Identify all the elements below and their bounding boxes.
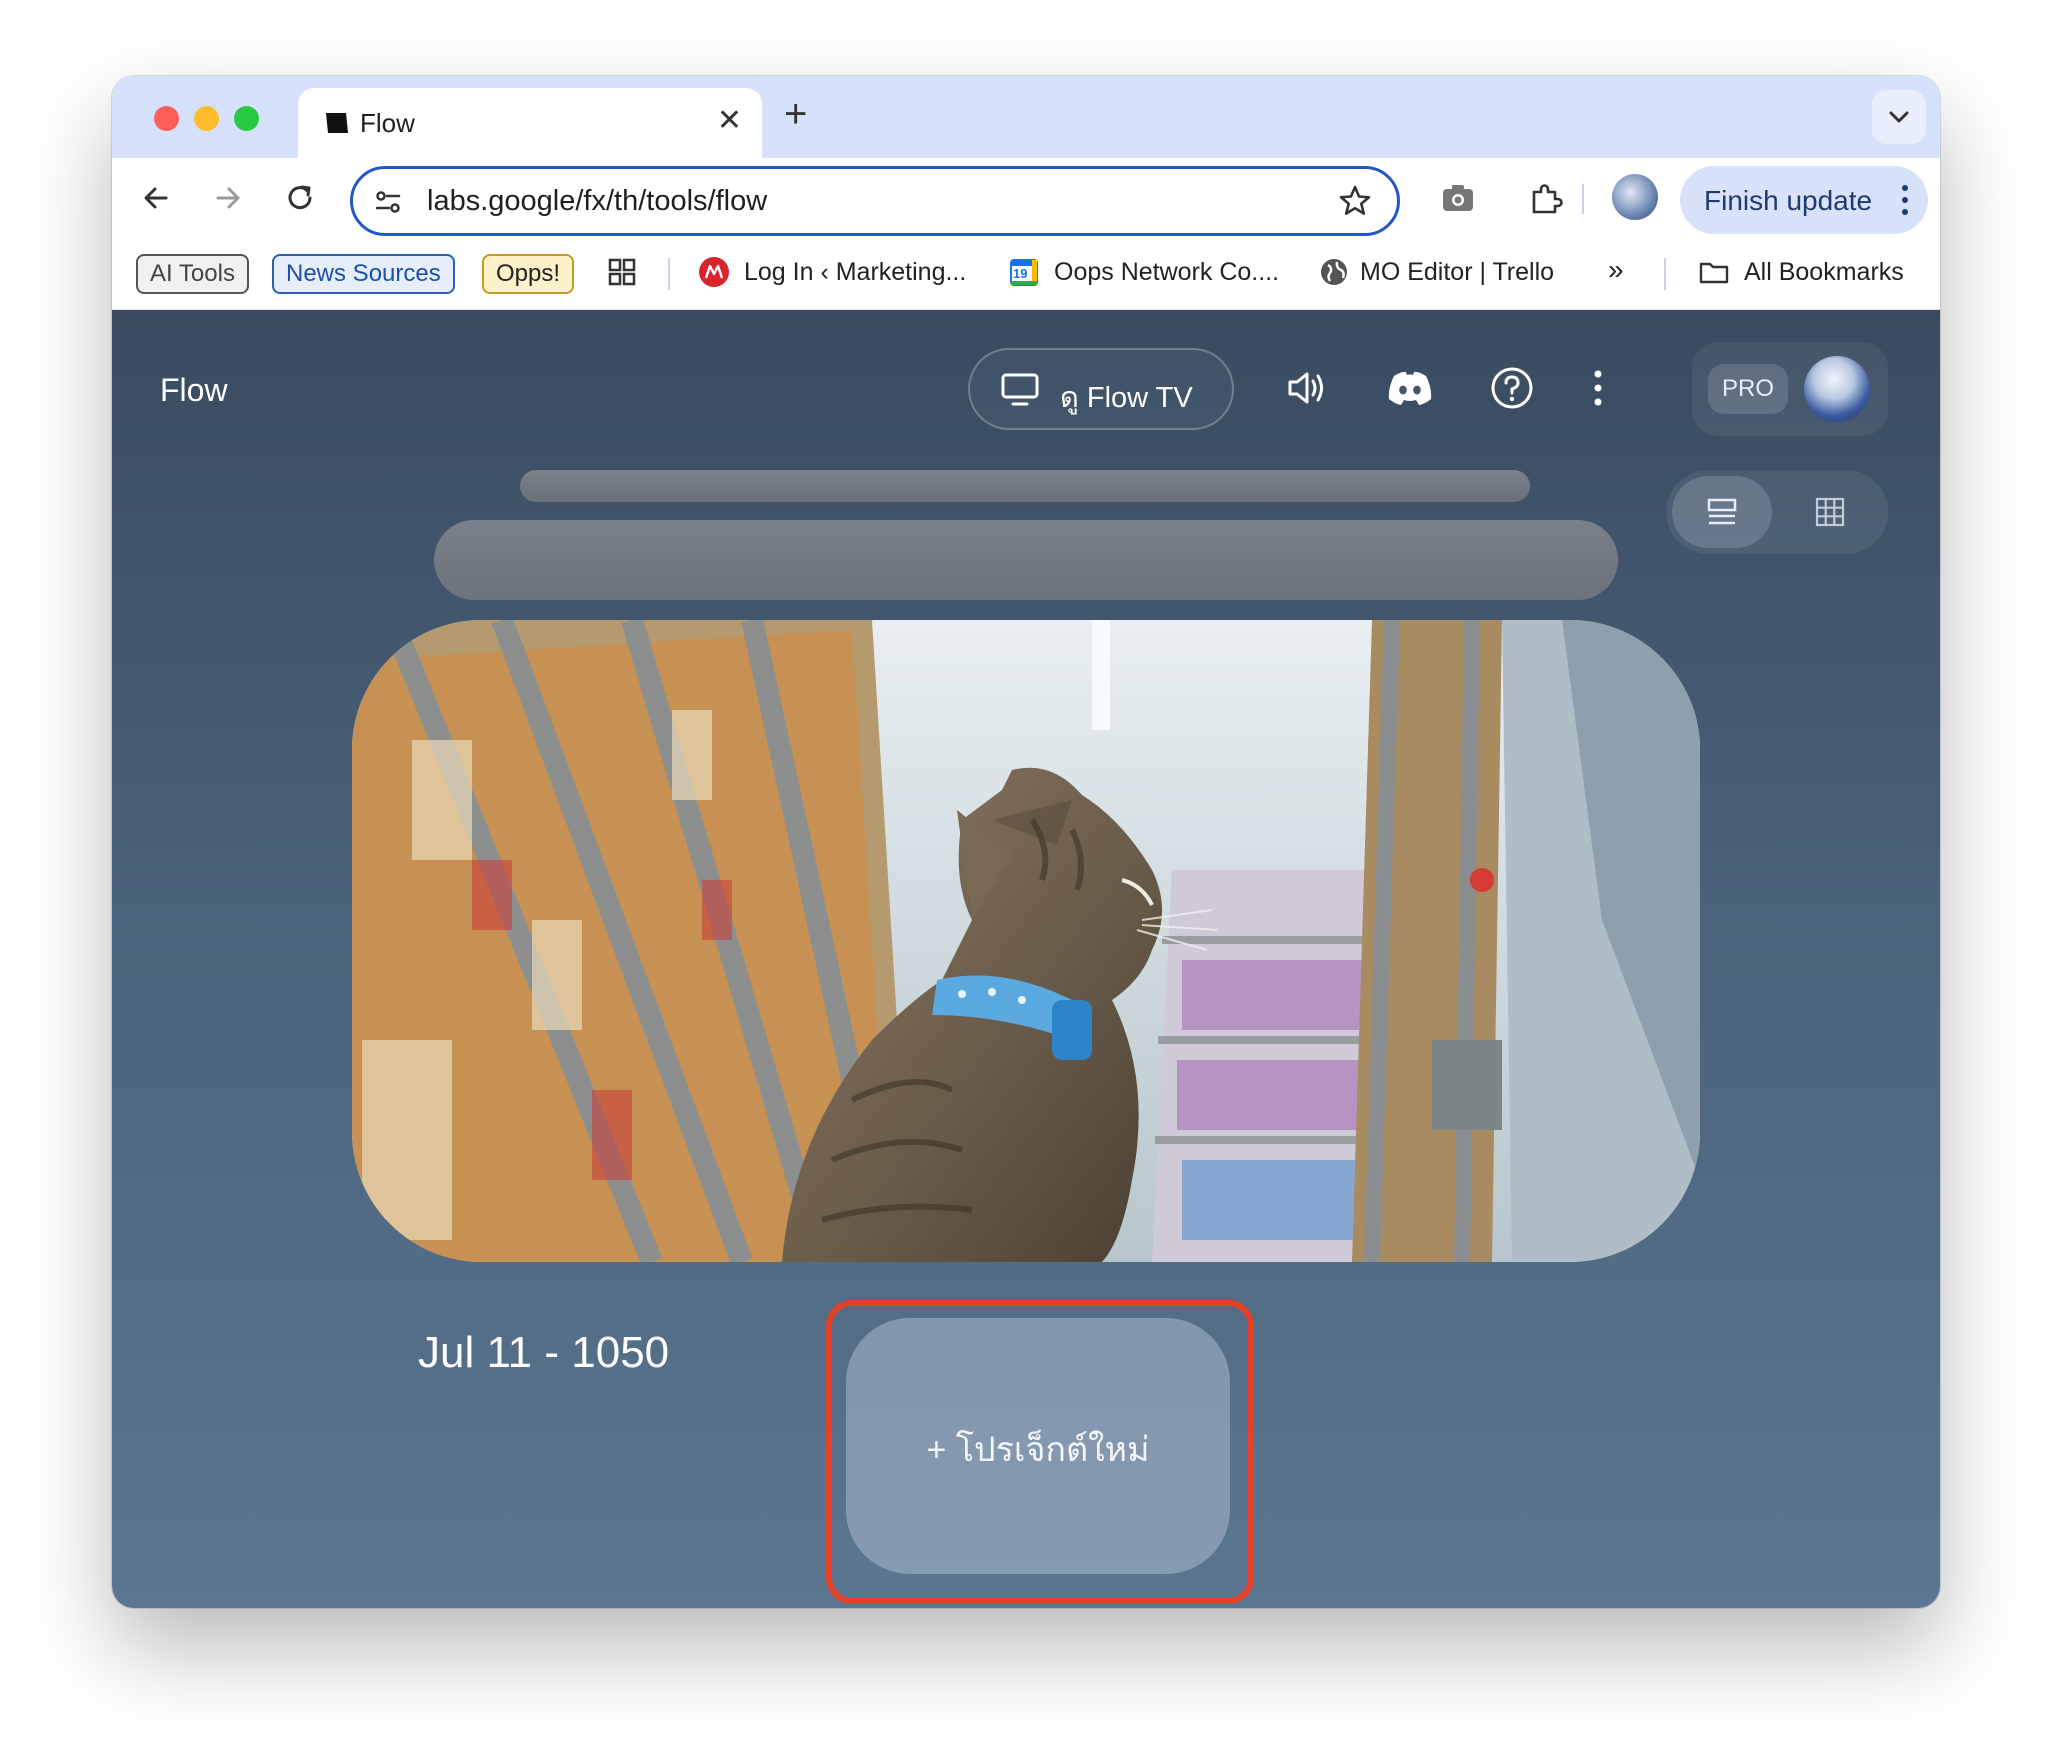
- bookmark-ai-tools[interactable]: AI Tools: [136, 254, 249, 294]
- grid-view-icon: [1815, 497, 1845, 527]
- minimize-window-button[interactable]: [194, 106, 219, 131]
- list-view-icon: [1707, 498, 1737, 525]
- finish-update-label: Finish update: [1704, 185, 1873, 216]
- project-title[interactable]: Jul 11 - 1050: [418, 1328, 669, 1378]
- view-toggle: [1666, 470, 1888, 554]
- close-window-button[interactable]: [154, 106, 179, 131]
- browser-window: Flow ✕ + labs.google/fx/th/tools/flow Fi…: [112, 76, 1940, 1608]
- all-bookmarks-button[interactable]: All Bookmarks: [1744, 258, 1904, 287]
- site-settings-icon[interactable]: [373, 187, 403, 217]
- camera-icon[interactable]: [1438, 178, 1478, 218]
- apps-grid-icon[interactable]: [606, 256, 638, 288]
- calendar-day: 19: [1013, 266, 1028, 281]
- app-title: Flow: [160, 372, 228, 408]
- bookmarks-divider: [668, 258, 670, 290]
- tab-title: Flow: [360, 108, 415, 138]
- toolbar-divider: [1582, 184, 1584, 214]
- forward-icon[interactable]: [208, 178, 248, 218]
- volume-icon[interactable]: [1282, 364, 1330, 412]
- loading-placeholder-bar: [520, 470, 1530, 502]
- tab-flow[interactable]: Flow ✕: [298, 88, 762, 158]
- bookmark-oops-network[interactable]: Oops Network Co....: [1054, 258, 1279, 287]
- flow-tv-label: ดู Flow TV: [1060, 382, 1193, 414]
- bookmark-mo-editor-trello[interactable]: MO Editor | Trello: [1360, 258, 1554, 287]
- project-thumbnail[interactable]: [352, 620, 1700, 1262]
- tab-search-button[interactable]: [1872, 90, 1926, 144]
- tab-close-icon[interactable]: ✕: [717, 106, 742, 136]
- address-url: labs.google/fx/th/tools/flow: [427, 185, 768, 217]
- profile-avatar[interactable]: [1612, 174, 1658, 220]
- discord-icon[interactable]: [1384, 364, 1436, 412]
- pro-badge: PRO: [1708, 364, 1788, 414]
- more-vertical-icon[interactable]: [1588, 364, 1608, 412]
- account-group: PRO: [1692, 342, 1888, 436]
- cat-in-store-aisle-image: [352, 620, 1700, 1262]
- extensions-icon[interactable]: [1526, 178, 1566, 218]
- loading-placeholder-input: [434, 520, 1618, 600]
- back-icon[interactable]: [136, 178, 176, 218]
- bookmarks-overflow-button[interactable]: »: [1608, 254, 1624, 286]
- bookmark-marketing-login[interactable]: Log In ‹ Marketing...: [744, 258, 966, 287]
- grid-view-button[interactable]: [1780, 476, 1880, 548]
- flow-favicon-icon: [326, 113, 348, 133]
- folder-icon: [1699, 262, 1729, 284]
- bookmark-news-sources[interactable]: News Sources: [272, 254, 455, 294]
- finish-update-button[interactable]: Finish update: [1680, 166, 1928, 234]
- bookmarks-divider-2: [1664, 258, 1666, 290]
- bookmark-star-icon[interactable]: [1337, 183, 1373, 219]
- tv-icon: [1001, 373, 1039, 406]
- reload-icon[interactable]: [280, 178, 320, 218]
- new-project-label: + โปรเจ็กต์ใหม่: [926, 1431, 1150, 1469]
- new-project-button[interactable]: + โปรเจ็กต์ใหม่: [846, 1318, 1230, 1574]
- bookmarks-bar: AI Tools News Sources Opps! Log In ‹ Mar…: [112, 240, 1940, 310]
- chevron-down-icon: [1889, 111, 1909, 123]
- marketing-site-icon: [699, 257, 729, 287]
- bookmark-opps[interactable]: Opps!: [482, 254, 575, 294]
- flow-tv-button[interactable]: ดู Flow TV: [968, 348, 1234, 430]
- browser-toolbar: labs.google/fx/th/tools/flow Finish upda…: [112, 158, 1940, 240]
- new-tab-button[interactable]: +: [784, 94, 807, 134]
- more-vertical-icon: [1902, 185, 1908, 215]
- maximize-window-button[interactable]: [234, 106, 259, 131]
- list-view-button[interactable]: [1672, 476, 1772, 548]
- help-icon[interactable]: [1488, 364, 1536, 412]
- user-avatar[interactable]: [1804, 356, 1870, 422]
- tab-strip: Flow ✕ +: [112, 76, 1940, 158]
- globe-icon: [1321, 259, 1347, 285]
- flow-app: Flow ดู Flow TV PRO Jul 11 - 1050 + โปรเ…: [112, 310, 1940, 1608]
- address-bar[interactable]: labs.google/fx/th/tools/flow: [350, 166, 1400, 236]
